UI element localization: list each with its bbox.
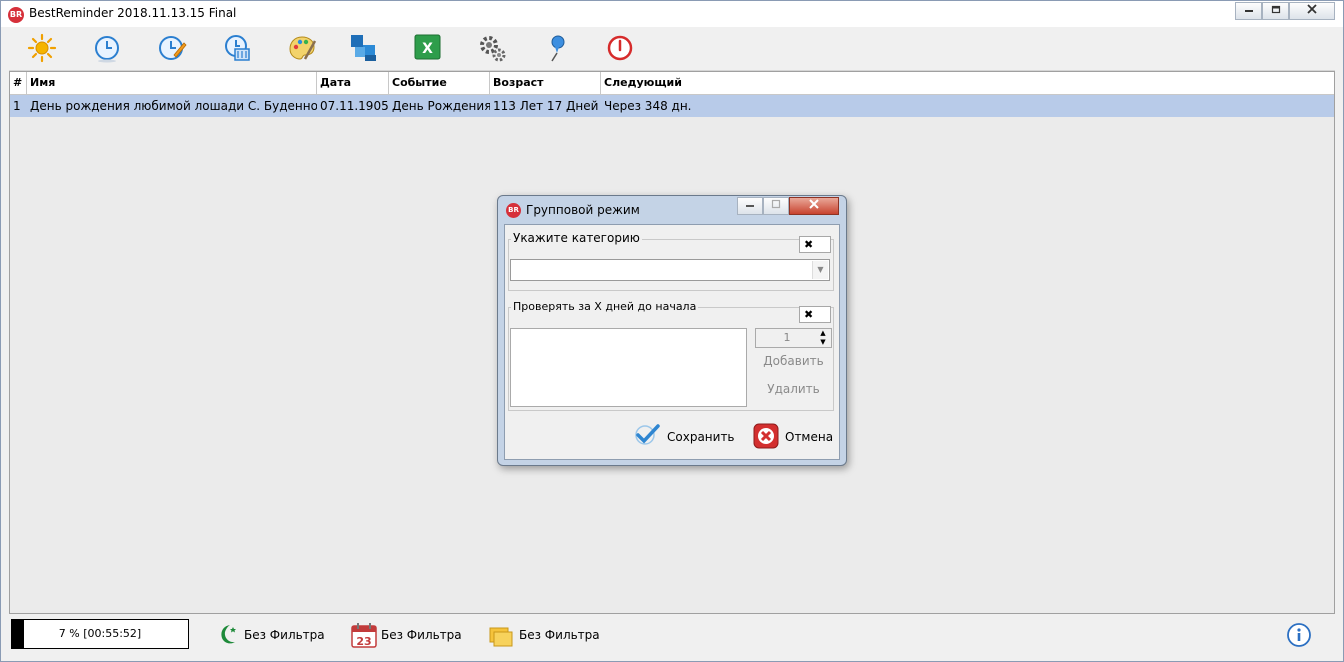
table-header: # Имя Дата Событие Возраст Следующий [10, 72, 1334, 95]
minimize-icon [746, 205, 754, 207]
chevron-down-icon[interactable]: ▼ [817, 338, 829, 347]
chevron-down-icon[interactable]: ▼ [812, 261, 828, 279]
clear-icon: ✖ [804, 238, 814, 251]
clock-icon[interactable] [92, 33, 122, 63]
cell-event: День Рождения [392, 99, 490, 113]
filter-calendar[interactable]: 23 Без Фильтра [351, 622, 481, 650]
category-group-label: Укажите категорию [511, 231, 642, 245]
svg-text:X: X [422, 41, 433, 57]
add-button[interactable]: Добавить [755, 354, 832, 368]
filter-moon[interactable]: Без Фильтра [214, 622, 344, 650]
window-title: BestReminder 2018.11.13.15 Final [29, 6, 237, 20]
filter-label: Без Фильтра [519, 628, 600, 642]
days-group: Проверять за X дней до начала ✖ 1 ▲ ▼ До… [508, 300, 834, 411]
pin-icon[interactable] [542, 33, 572, 63]
dialog-close-button[interactable] [789, 197, 839, 215]
save-label: Сохранить [667, 430, 735, 444]
cell-number: 1 [13, 99, 21, 113]
column-header-date[interactable]: Дата [317, 72, 389, 94]
days-list[interactable] [510, 328, 747, 407]
checkmark-icon [635, 424, 660, 445]
column-header-event[interactable]: Событие [389, 72, 490, 94]
category-select[interactable]: ▼ [510, 259, 830, 281]
excel-export-icon[interactable]: X [413, 33, 443, 63]
maximize-icon [771, 199, 781, 209]
cancel-label: Отмена [785, 430, 834, 444]
dialog-body: Укажите категорию ✖ ▼ Проверять за X дне… [504, 224, 840, 460]
cell-date: 07.11.1905 [320, 99, 389, 113]
clear-days-button[interactable]: ✖ [799, 306, 831, 323]
cancel-button[interactable]: Отмена [753, 423, 833, 449]
minimize-button[interactable] [1235, 2, 1262, 20]
table-row[interactable]: 1 День рождения любимой лошади С. Буденн… [10, 95, 1334, 117]
delete-button[interactable]: Удалить [755, 382, 832, 396]
close-icon [1307, 4, 1317, 14]
maximize-button[interactable] [1262, 2, 1289, 20]
progress-text: 7 % [00:55:52] [58, 627, 142, 640]
info-icon[interactable] [1286, 622, 1312, 648]
clear-icon: ✖ [804, 308, 814, 321]
svg-text:23: 23 [356, 635, 371, 648]
status-bar: 7 % [00:55:52] Без Фильтра 23 Без Фильтр… [9, 616, 1335, 660]
days-stepper[interactable]: 1 ▲ ▼ [755, 328, 832, 348]
dialog-title: Групповой режим [526, 203, 640, 217]
close-button[interactable] [1289, 2, 1335, 20]
power-icon[interactable] [605, 33, 635, 63]
days-stepper-value: 1 [783, 331, 791, 344]
clock-delete-icon[interactable] [222, 33, 252, 63]
dialog-logo-icon: BR [506, 203, 521, 218]
app-logo-icon: BR [8, 7, 24, 23]
moon-star-icon [221, 625, 236, 644]
close-icon [809, 199, 819, 209]
sun-settings-icon[interactable] [27, 33, 57, 63]
title-bar: BR BestReminder 2018.11.13.15 Final [1, 1, 1343, 27]
dialog-minimize-button[interactable] [737, 197, 763, 215]
toolbar: X [9, 28, 1335, 71]
gears-icon[interactable] [477, 33, 507, 63]
column-header-age[interactable]: Возраст [490, 72, 601, 94]
progress-bar: 7 % [00:55:52] [11, 619, 189, 649]
palette-icon[interactable] [287, 33, 317, 63]
cell-age: 113 Лет 17 Дней [493, 99, 599, 113]
cell-next: Через 348 дн. [604, 99, 692, 113]
calendar-icon: 23 [351, 623, 377, 648]
filter-label: Без Фильтра [244, 628, 325, 642]
save-button[interactable]: Сохранить [633, 423, 735, 449]
category-group: Укажите категорию ✖ ▼ [508, 231, 834, 291]
days-group-label: Проверять за X дней до начала [511, 300, 699, 313]
clear-category-button[interactable]: ✖ [799, 236, 831, 253]
filter-label: Без Фильтра [381, 628, 462, 642]
cell-name: День рождения любимой лошади С. Буденног… [30, 99, 317, 113]
folders-icon [489, 627, 513, 647]
restore-icon [1271, 5, 1280, 14]
cancel-icon [753, 423, 779, 449]
group-mode-dialog: BR Групповой режим Укажите категорию ✖ ▼… [497, 195, 847, 466]
blocks-icon[interactable] [349, 33, 379, 63]
clock-edit-icon[interactable] [157, 33, 187, 63]
minimize-icon [1244, 10, 1253, 12]
dialog-maximize-button[interactable] [763, 197, 789, 215]
column-header-next[interactable]: Следующий [601, 72, 1334, 94]
column-header-name[interactable]: Имя [27, 72, 317, 94]
filter-folders[interactable]: Без Фильтра [489, 622, 619, 650]
column-header-number[interactable]: # [10, 72, 27, 94]
chevron-up-icon[interactable]: ▲ [817, 329, 829, 338]
